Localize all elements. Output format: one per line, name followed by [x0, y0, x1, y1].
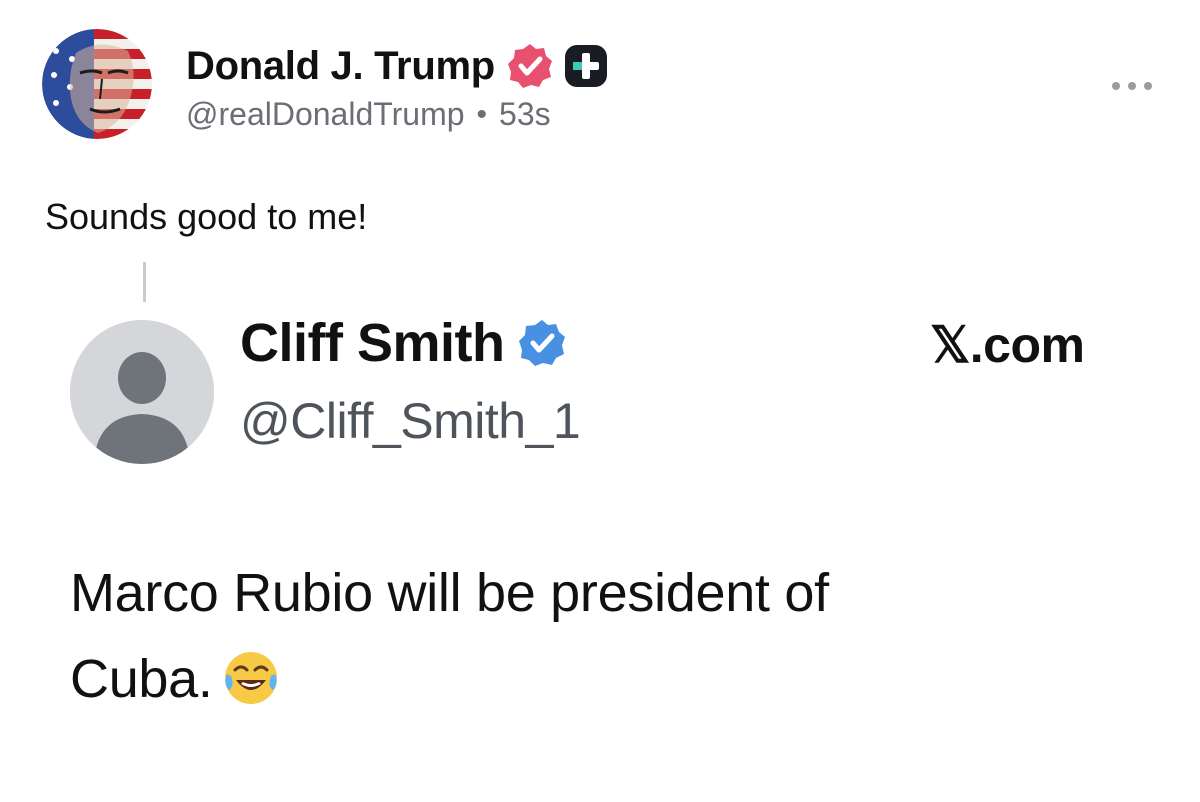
quoted-display-name: Cliff Smith [240, 313, 505, 373]
author-meta-row: @realDonaldTrump • 53s [186, 96, 551, 133]
quoted-text-line: Cuba. [70, 649, 213, 709]
quoted-name-row: Cliff Smith [240, 312, 568, 374]
meta-separator: • [476, 97, 488, 131]
author-avatar[interactable] [42, 29, 152, 139]
default-avatar-icon [70, 320, 214, 464]
verified-badge-icon [519, 320, 566, 366]
quoted-text-line: Marco Rubio will be president of [70, 563, 829, 623]
quoted-text: Marco Rubio will be president of Cuba. [70, 550, 1110, 722]
author-display-name[interactable]: Donald J. Trump [186, 44, 495, 89]
post-text: Sounds good to me! [45, 196, 368, 237]
author-name-row: Donald J. Trump [186, 42, 609, 90]
quoted-handle: @Cliff_Smith_1 [240, 393, 581, 449]
more-horizontal-icon[interactable] [1110, 76, 1154, 96]
verified-badge-icon [507, 44, 552, 88]
post-timestamp[interactable]: 53s [499, 96, 551, 133]
thread-connector-line [143, 262, 146, 302]
quoted-avatar [70, 320, 214, 464]
face-with-tears-of-joy-icon [224, 651, 277, 704]
author-handle[interactable]: @realDonaldTrump [186, 96, 465, 133]
quoted-site-label: 𝕏.com [930, 317, 1085, 373]
plus-badge-icon [564, 45, 607, 87]
quoted-post-image[interactable]: Cliff Smith @Cliff_Smith_1 𝕏.com Marco R… [0, 300, 1200, 802]
quoted-text-line-2: Cuba. [70, 636, 1110, 722]
